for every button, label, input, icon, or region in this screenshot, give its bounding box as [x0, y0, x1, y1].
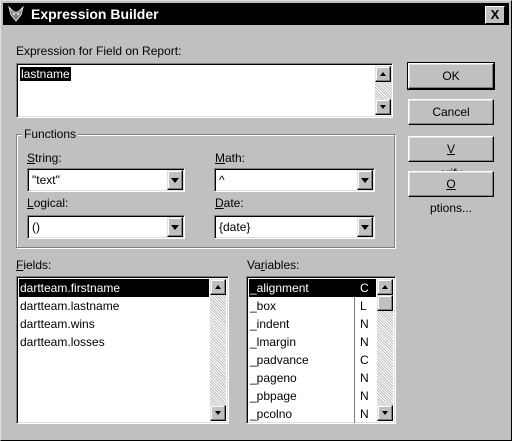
math-dropdown-button[interactable]: [357, 170, 373, 190]
variable-type: N: [360, 371, 369, 385]
variable-name: _box: [250, 299, 277, 313]
date-label: Date:: [215, 196, 244, 210]
variables-scrollbar-track[interactable]: [377, 311, 393, 405]
expression-builder-window: Expression Builder X Expression for Fiel…: [0, 0, 512, 441]
options-label: Options...: [429, 177, 473, 215]
arrow-down-icon: [380, 105, 386, 109]
variable-name: _indent: [250, 317, 290, 331]
variables-scroll-down-button[interactable]: [377, 405, 393, 421]
date-dropdown-button[interactable]: [357, 217, 373, 237]
variable-type: N: [360, 317, 369, 331]
math-label: Math:: [215, 151, 246, 165]
cancel-button[interactable]: Cancel: [408, 99, 494, 125]
variables-label: Variables:: [247, 258, 300, 272]
variable-name: _alignment: [250, 281, 309, 295]
variables-scroll-thumb[interactable]: [377, 295, 393, 311]
chevron-down-icon: [361, 225, 369, 230]
fields-list-item[interactable]: dartteam.firstname: [19, 279, 209, 297]
variable-name: _pbpage: [250, 389, 297, 403]
expression-scroll-down-button[interactable]: [375, 99, 391, 115]
variables-list-item[interactable]: _pageno N: [249, 369, 376, 387]
fields-scrollbar-track[interactable]: [210, 295, 226, 405]
logical-dropdown-value: (): [32, 220, 40, 234]
fields-label: Fields:: [16, 258, 52, 272]
variables-list-item[interactable]: _indent N: [249, 315, 376, 333]
variable-name: _pcolno: [250, 407, 293, 421]
variables-list-item[interactable]: _box L: [249, 297, 376, 315]
functions-group-title: Functions: [22, 127, 79, 141]
variable-type: N: [360, 407, 369, 421]
variables-scroll-up-button[interactable]: [377, 279, 393, 295]
variable-type: N: [360, 389, 369, 403]
logical-label: Logical:: [27, 196, 69, 210]
variables-list-item[interactable]: _alignment C: [249, 279, 376, 297]
ok-button[interactable]: OK: [407, 62, 495, 90]
title-bar[interactable]: Expression Builder X: [3, 3, 509, 25]
arrow-down-icon: [215, 411, 221, 415]
logical-dropdown-button[interactable]: [167, 217, 183, 237]
fields-scroll-down-button[interactable]: [210, 405, 226, 421]
chevron-down-icon: [171, 225, 179, 230]
options-button[interactable]: Options...: [408, 171, 494, 215]
arrow-up-icon: [382, 285, 388, 289]
variable-type: N: [360, 335, 369, 349]
close-icon: X: [490, 7, 500, 22]
fields-listbox[interactable]: dartteam.firstname dartteam.lastname dar…: [16, 276, 229, 424]
fields-list-item[interactable]: dartteam.wins: [19, 315, 209, 333]
variable-name: _padvance: [250, 353, 309, 367]
arrow-up-icon: [215, 285, 221, 289]
arrow-up-icon: [380, 72, 386, 76]
ok-label: OK: [442, 69, 460, 83]
string-dropdown[interactable]: "text": [27, 168, 185, 192]
variable-name: _pageno: [250, 371, 297, 385]
chevron-down-icon: [171, 178, 179, 183]
math-dropdown-value: ^: [219, 173, 225, 187]
expression-scroll-up-button[interactable]: [375, 66, 391, 82]
expression-value: lastname: [20, 67, 71, 81]
variables-list-item[interactable]: _pcolno N: [249, 405, 376, 423]
variables-listbox[interactable]: _alignment C _box L _indent N _lmargin N…: [246, 276, 396, 424]
cancel-label: Cancel: [432, 105, 470, 119]
variables-list-item[interactable]: _padvance C: [249, 351, 376, 369]
logical-dropdown[interactable]: (): [27, 215, 185, 239]
fields-list-item[interactable]: dartteam.losses: [19, 333, 209, 351]
variables-list-item[interactable]: _lmargin N: [249, 333, 376, 351]
variable-type: L: [360, 299, 367, 313]
fox-head-icon: [8, 5, 24, 22]
arrow-down-icon: [382, 411, 388, 415]
variable-type: C: [360, 353, 369, 367]
fields-scroll-up-button[interactable]: [210, 279, 226, 295]
close-button[interactable]: X: [485, 6, 505, 24]
fields-list-item[interactable]: dartteam.lastname: [19, 297, 209, 315]
string-dropdown-value: "text": [32, 173, 60, 187]
string-dropdown-button[interactable]: [167, 170, 183, 190]
math-dropdown[interactable]: ^: [214, 168, 375, 192]
variable-type: C: [360, 281, 369, 295]
variables-list-item[interactable]: _pbpage N: [249, 387, 376, 405]
string-label: String:: [27, 151, 62, 165]
window-title: Expression Builder: [31, 6, 159, 22]
expression-label: Expression for Field on Report:: [16, 44, 182, 58]
date-dropdown[interactable]: {date}: [214, 215, 375, 239]
expression-textarea[interactable]: lastname: [16, 63, 393, 118]
expression-scrollbar-track[interactable]: [375, 82, 391, 99]
chevron-down-icon: [361, 178, 369, 183]
verify-button[interactable]: Verify: [408, 136, 494, 180]
variable-name: _lmargin: [250, 335, 297, 349]
date-dropdown-value: {date}: [219, 220, 251, 234]
